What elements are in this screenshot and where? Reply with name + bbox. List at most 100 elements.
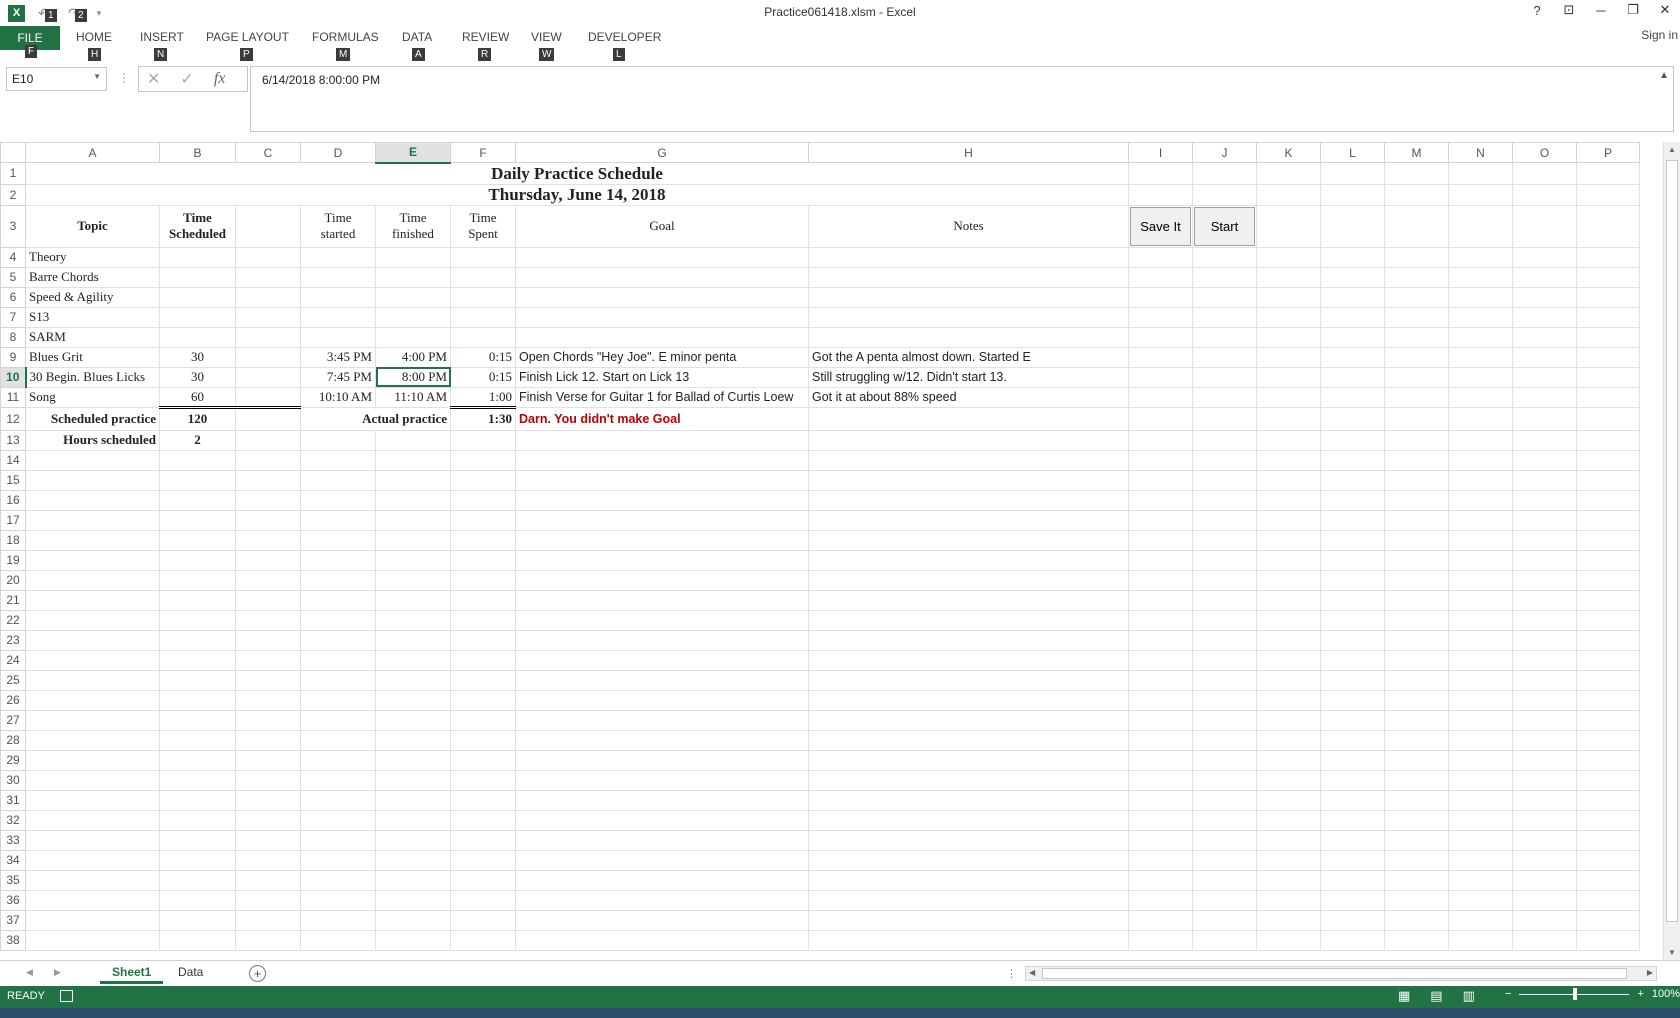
cell[interactable] bbox=[375, 589, 451, 611]
row-header-10[interactable]: 10 bbox=[0, 366, 27, 388]
cell[interactable] bbox=[1128, 749, 1193, 771]
cell[interactable] bbox=[300, 829, 376, 851]
column-header-k[interactable]: K bbox=[1256, 142, 1321, 163]
cell[interactable] bbox=[1192, 689, 1257, 711]
cell[interactable] bbox=[450, 809, 516, 831]
header-time-spent[interactable]: Time Spent bbox=[450, 204, 516, 248]
cell[interactable] bbox=[235, 366, 301, 388]
cell[interactable] bbox=[450, 829, 516, 851]
time-spent-cell[interactable]: 1:00 bbox=[450, 386, 516, 409]
cell[interactable] bbox=[235, 589, 301, 611]
cell[interactable] bbox=[235, 429, 301, 451]
time-spent-cell[interactable] bbox=[450, 286, 516, 308]
cell[interactable] bbox=[25, 469, 160, 491]
cell[interactable] bbox=[450, 889, 516, 911]
restore-button[interactable]: ❐ bbox=[1624, 2, 1642, 18]
cell[interactable] bbox=[450, 469, 516, 491]
cell[interactable] bbox=[1320, 669, 1385, 691]
cell[interactable] bbox=[25, 649, 160, 671]
cell[interactable] bbox=[808, 929, 1129, 951]
cell[interactable] bbox=[1576, 809, 1640, 831]
cell[interactable] bbox=[808, 529, 1129, 551]
cell[interactable] bbox=[300, 789, 376, 811]
cell[interactable] bbox=[450, 749, 516, 771]
cell[interactable] bbox=[1576, 729, 1640, 751]
time-scheduled-cell[interactable] bbox=[159, 246, 236, 268]
cell[interactable] bbox=[375, 829, 451, 851]
cell[interactable] bbox=[235, 204, 301, 248]
cell[interactable] bbox=[300, 769, 376, 791]
cell[interactable] bbox=[1320, 929, 1385, 951]
row-header-24[interactable]: 24 bbox=[0, 649, 26, 671]
cell[interactable] bbox=[1384, 869, 1449, 891]
cell[interactable] bbox=[1512, 346, 1577, 368]
tab-home[interactable]: HOME H bbox=[76, 30, 112, 61]
cell[interactable] bbox=[159, 469, 236, 491]
row-header-29[interactable]: 29 bbox=[0, 749, 26, 771]
cell[interactable] bbox=[1128, 346, 1193, 368]
cell[interactable] bbox=[1512, 749, 1577, 771]
cell[interactable] bbox=[1512, 509, 1577, 531]
cell[interactable] bbox=[515, 489, 809, 511]
cell[interactable] bbox=[1576, 569, 1640, 591]
cell[interactable] bbox=[450, 649, 516, 671]
cell[interactable] bbox=[25, 609, 160, 631]
cell[interactable] bbox=[1128, 489, 1193, 511]
cell[interactable] bbox=[1576, 649, 1640, 671]
cell[interactable] bbox=[1320, 629, 1385, 651]
sheet-tab-data[interactable]: Data bbox=[166, 961, 215, 984]
cell[interactable] bbox=[515, 669, 809, 691]
row-header-6[interactable]: 6 bbox=[0, 286, 26, 308]
cell[interactable] bbox=[25, 909, 160, 931]
cell[interactable] bbox=[1192, 789, 1257, 811]
cell[interactable] bbox=[300, 469, 376, 491]
cell[interactable] bbox=[1128, 366, 1193, 388]
cell[interactable] bbox=[1512, 366, 1577, 388]
cell[interactable] bbox=[1192, 909, 1257, 931]
cell[interactable] bbox=[808, 509, 1129, 531]
cell[interactable] bbox=[1256, 909, 1321, 931]
time-spent-cell[interactable] bbox=[450, 326, 516, 348]
cell[interactable] bbox=[1320, 849, 1385, 871]
cell[interactable] bbox=[1256, 406, 1321, 431]
cell[interactable] bbox=[375, 569, 451, 591]
cell[interactable] bbox=[1256, 286, 1321, 308]
time-spent-cell[interactable] bbox=[450, 266, 516, 288]
scroll-down-icon[interactable]: ▼ bbox=[1668, 948, 1676, 957]
cell[interactable] bbox=[25, 789, 160, 811]
cell[interactable] bbox=[1192, 669, 1257, 691]
cell[interactable] bbox=[159, 529, 236, 551]
cell[interactable] bbox=[1512, 609, 1577, 631]
sheet-date[interactable]: Thursday, June 14, 2018 bbox=[25, 183, 1129, 206]
cell[interactable] bbox=[1576, 366, 1640, 388]
cell[interactable] bbox=[235, 346, 301, 368]
cell[interactable] bbox=[1448, 909, 1513, 931]
cell[interactable] bbox=[1512, 789, 1577, 811]
cell[interactable] bbox=[1256, 929, 1321, 951]
cell[interactable] bbox=[1512, 709, 1577, 731]
cell[interactable] bbox=[375, 849, 451, 871]
cell[interactable] bbox=[1384, 204, 1449, 248]
cell[interactable] bbox=[375, 749, 451, 771]
cell[interactable] bbox=[1320, 406, 1385, 431]
cell[interactable] bbox=[1576, 489, 1640, 511]
cell[interactable] bbox=[1576, 889, 1640, 911]
cell[interactable] bbox=[515, 929, 809, 951]
cell[interactable] bbox=[1384, 709, 1449, 731]
h-scroll-thumb[interactable] bbox=[1042, 968, 1627, 979]
cell[interactable] bbox=[1256, 266, 1321, 288]
zoom-in-button[interactable]: + bbox=[1637, 988, 1643, 1000]
cell[interactable] bbox=[300, 729, 376, 751]
cell[interactable] bbox=[1128, 809, 1193, 831]
cell[interactable] bbox=[25, 809, 160, 831]
cell[interactable] bbox=[1576, 266, 1640, 288]
cell[interactable] bbox=[1128, 286, 1193, 308]
cell[interactable] bbox=[1448, 569, 1513, 591]
cell[interactable] bbox=[1128, 406, 1193, 431]
notes-cell[interactable] bbox=[808, 306, 1129, 328]
cell[interactable] bbox=[159, 669, 236, 691]
cell[interactable] bbox=[808, 549, 1129, 571]
time-scheduled-cell[interactable] bbox=[159, 306, 236, 328]
cell[interactable] bbox=[1448, 869, 1513, 891]
header-notes[interactable]: Notes bbox=[808, 204, 1129, 248]
